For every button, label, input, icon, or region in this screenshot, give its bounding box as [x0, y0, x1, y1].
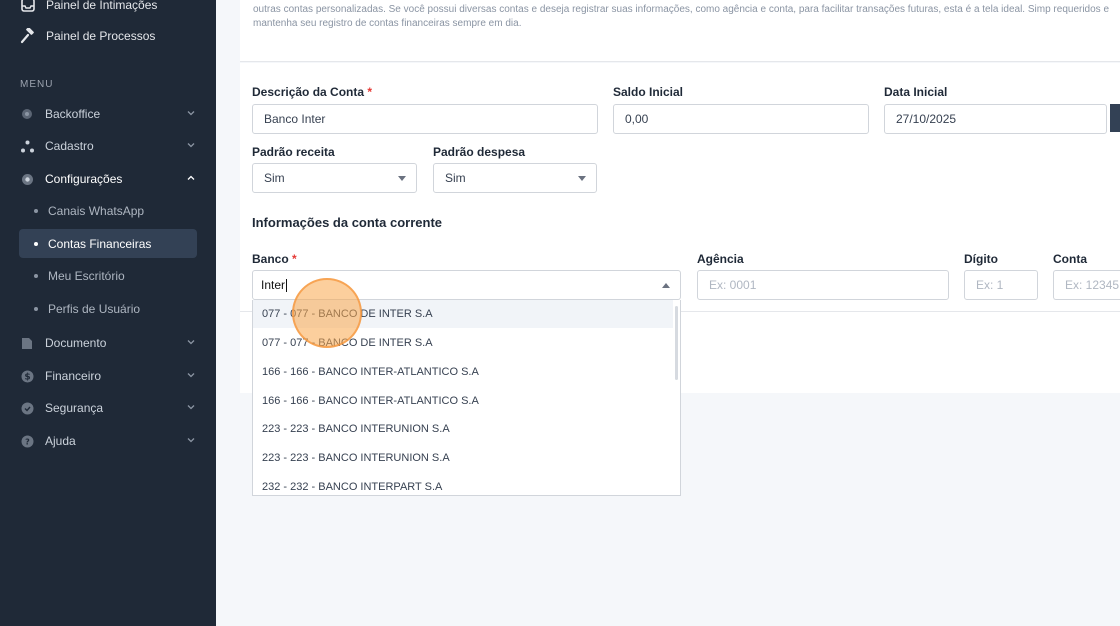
sidebar-item-label: Ajuda — [45, 434, 76, 448]
text-caret — [286, 278, 288, 292]
required-mark: * — [367, 85, 373, 99]
sidebar-item-cadastro[interactable]: Cadastro — [20, 136, 200, 156]
padrao-receita-label: Padrão receita — [252, 145, 335, 159]
dropdown-option[interactable]: 166 - 166 - BANCO INTER-ATLANTICO S.A — [253, 387, 673, 415]
sidebar-subitem-label: Perfis de Usuário — [48, 301, 141, 316]
sidebar-item-seguranca[interactable]: Segurança — [20, 398, 200, 418]
bullet-dot — [34, 273, 38, 278]
sidebar-item-label: Cadastro — [45, 139, 94, 153]
dropdown-option[interactable]: 223 - 223 - BANCO INTERUNION S.A — [253, 415, 673, 443]
banco-label: Banco * — [252, 252, 297, 266]
bullet-dot — [34, 241, 38, 246]
sidebar-item-configuracoes[interactable]: Configurações — [20, 169, 200, 189]
caret-up-icon — [662, 283, 670, 288]
sidebar-subitem-canais-whatsapp[interactable]: Canais WhatsApp — [19, 196, 197, 225]
sidebar-subitem-perfis-usuario[interactable]: Perfis de Usuário — [19, 294, 197, 323]
sidebar-item-label: Documento — [45, 336, 107, 350]
bullet-dot — [34, 208, 38, 213]
sidebar-subitem-label: Canais WhatsApp — [48, 203, 145, 218]
digito-label: Dígito — [964, 252, 998, 266]
padrao-receita-select[interactable]: Sim — [252, 163, 417, 193]
click-indicator — [292, 278, 362, 348]
sidebar-item-financeiro[interactable]: $ Financeiro — [20, 366, 200, 386]
settings-icon — [20, 172, 34, 186]
sidebar-subitem-contas-financeiras[interactable]: Contas Financeiras — [19, 229, 197, 258]
conta-corrente-title: Informações da conta corrente — [252, 215, 442, 230]
chevron-down-icon — [187, 373, 195, 378]
chevron-down-icon — [187, 111, 195, 116]
data-inicial-label: Data Inicial — [884, 85, 948, 99]
sidebar-item-label: Backoffice — [45, 107, 101, 121]
sidebar-item-label: Segurança — [45, 401, 104, 415]
descricao-label-text: Descrição da Conta — [252, 85, 365, 99]
sidebar-subitem-label: Meu Escritório — [48, 268, 125, 283]
sidebar-item-label: Configurações — [45, 172, 123, 186]
chevron-down-icon — [187, 438, 195, 443]
intro-text: outras contas personalizadas. Se você po… — [253, 4, 1110, 29]
dropdown-option[interactable]: 166 - 166 - BANCO INTER-ATLANTICO S.A — [253, 358, 673, 386]
padrao-despesa-label: Padrão despesa — [433, 145, 526, 159]
padrao-receita-value: Sim — [264, 171, 285, 185]
conta-placeholder: Ex: 12345 — [1065, 278, 1120, 292]
sidebar-item-painel-intimacoes[interactable]: Painel de Intimações — [20, 0, 157, 13]
saldo-value: 0,00 — [625, 112, 649, 126]
help-icon: ? — [20, 434, 34, 448]
sidebar-item-ajuda[interactable]: ? Ajuda — [20, 431, 200, 451]
sidebar-item-backoffice[interactable]: Backoffice — [20, 104, 200, 124]
banco-label-text: Banco — [252, 252, 289, 266]
document-icon — [20, 336, 34, 350]
banco-search-value: Inter — [261, 278, 286, 292]
digito-input[interactable]: Ex: 1 — [964, 270, 1038, 300]
chevron-down-icon — [187, 340, 195, 345]
agencia-input[interactable]: Ex: 0001 — [697, 270, 949, 300]
descricao-input[interactable]: Banco Inter — [252, 104, 598, 134]
conta-input[interactable]: Ex: 12345 — [1053, 270, 1120, 300]
inbox-icon — [20, 0, 36, 13]
chevron-down-icon — [187, 143, 195, 148]
gear-small-icon — [20, 107, 34, 121]
dropdown-option[interactable]: 232 - 232 - BANCO INTERPART S.A — [253, 473, 673, 495]
saldo-input[interactable]: 0,00 — [613, 104, 869, 134]
intro-card: outras contas personalizadas. Se você po… — [240, 0, 1120, 62]
sidebar-item-painel-processos[interactable]: Painel de Processos — [20, 28, 155, 44]
dropdown-scrollbar[interactable] — [675, 306, 678, 380]
svg-text:?: ? — [25, 437, 30, 446]
dollar-icon: $ — [20, 369, 34, 383]
agencia-label: Agência — [697, 252, 744, 266]
sidebar-item-label: Financeiro — [45, 369, 102, 383]
chevron-down-icon — [187, 405, 195, 410]
sidebar-item-documento[interactable]: Documento — [20, 333, 200, 353]
menu-section-label: MENU — [20, 79, 54, 90]
svg-text:$: $ — [24, 372, 30, 382]
chevron-up-icon — [187, 175, 195, 180]
conta-label: Conta — [1053, 252, 1087, 266]
saldo-label: Saldo Inicial — [613, 85, 684, 99]
sidebar-item-label: Painel de Processos — [46, 29, 156, 43]
shield-check-icon — [20, 401, 34, 415]
descricao-label: Descrição da Conta * — [252, 85, 372, 99]
gavel-icon — [20, 28, 36, 44]
calendar-button[interactable] — [1110, 104, 1120, 132]
bullet-dot — [34, 306, 38, 311]
dropdown-option[interactable]: 223 - 223 - BANCO INTERUNION S.A — [253, 444, 673, 472]
data-inicial-value: 27/10/2025 — [896, 112, 957, 126]
sidebar-subitem-meu-escritorio[interactable]: Meu Escritório — [19, 261, 197, 290]
nodes-icon — [20, 139, 34, 153]
padrao-despesa-value: Sim — [445, 171, 466, 185]
caret-down-icon — [398, 176, 406, 181]
sidebar-subitem-label: Contas Financeiras — [48, 236, 152, 251]
caret-down-icon — [578, 176, 586, 181]
required-mark: * — [292, 252, 297, 266]
data-inicial-input[interactable]: 27/10/2025 — [884, 104, 1107, 134]
sidebar: Painel de Intimações Painel de Processos… — [0, 0, 216, 626]
descricao-value: Banco Inter — [264, 112, 326, 126]
agencia-placeholder: Ex: 0001 — [709, 278, 757, 292]
padrao-despesa-select[interactable]: Sim — [433, 163, 597, 193]
digito-placeholder: Ex: 1 — [976, 278, 1004, 292]
sidebar-item-label: Painel de Intimações — [46, 0, 158, 12]
